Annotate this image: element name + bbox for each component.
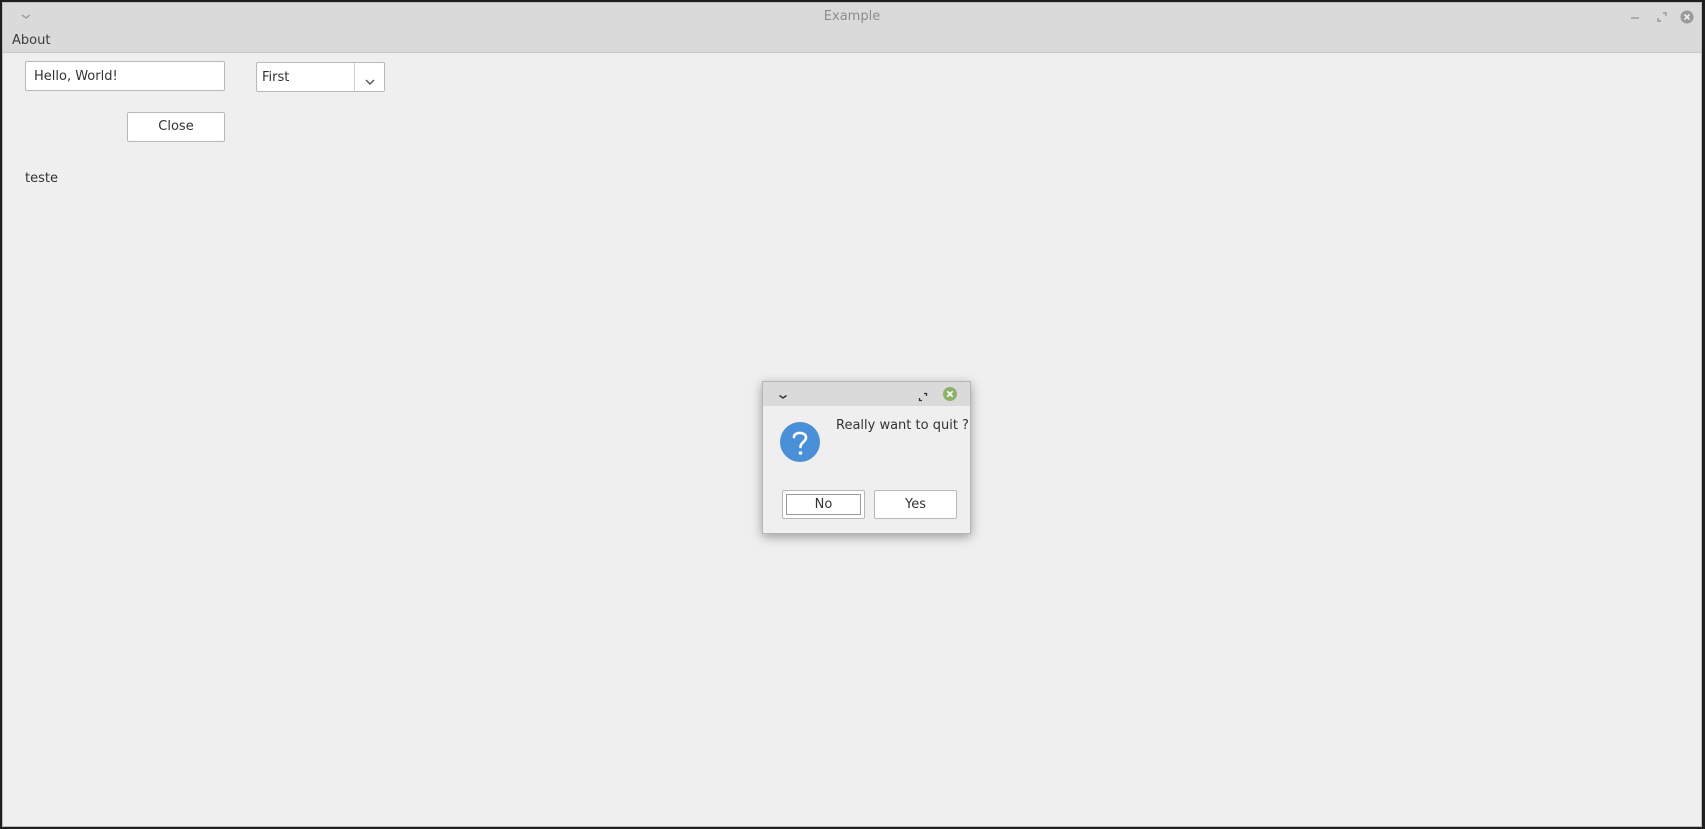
text-input[interactable] xyxy=(25,61,225,91)
dialog-titlebar[interactable] xyxy=(763,382,970,406)
dialog-restore-icon[interactable] xyxy=(917,388,929,402)
close-button[interactable]: Close xyxy=(127,112,225,142)
combo-separator xyxy=(354,63,355,91)
no-button-label: No xyxy=(786,494,861,515)
yes-button[interactable]: Yes xyxy=(874,490,957,519)
window-titlebar[interactable]: Example xyxy=(3,3,1701,30)
dialog-menu-icon[interactable] xyxy=(777,388,789,400)
combo-box[interactable]: First xyxy=(256,62,385,92)
combo-selected-value: First xyxy=(262,70,290,85)
window-title: Example xyxy=(823,9,881,24)
quit-dialog: Really want to quit ? No Yes xyxy=(762,381,971,534)
menu-about[interactable]: About xyxy=(12,33,50,48)
chevron-down-icon[interactable] xyxy=(364,72,376,85)
dialog-message: Really want to quit ? xyxy=(836,418,969,433)
menubar: About xyxy=(3,30,1701,53)
close-window-icon[interactable] xyxy=(1680,9,1694,24)
question-icon xyxy=(780,422,820,462)
main-window: Example About First Close teste xyxy=(2,2,1702,827)
restore-icon[interactable] xyxy=(1655,9,1669,23)
static-label: teste xyxy=(25,171,58,186)
dialog-close-icon[interactable] xyxy=(942,386,958,402)
no-button[interactable]: No xyxy=(782,490,865,519)
minimize-icon[interactable] xyxy=(1628,9,1642,23)
